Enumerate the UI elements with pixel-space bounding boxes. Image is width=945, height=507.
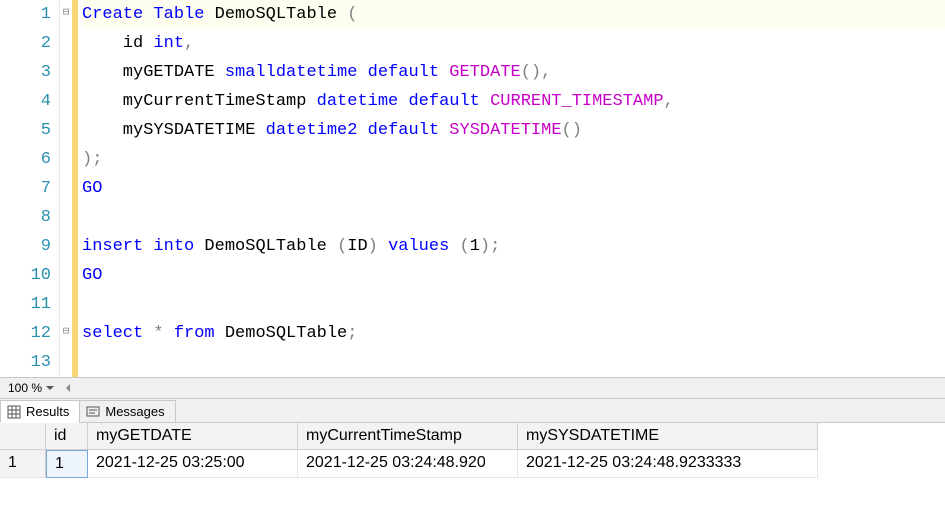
zoom-value: 100 %	[8, 381, 42, 395]
fold-bar: ⊟ ⊟	[60, 0, 72, 377]
column-header[interactable]: myGETDATE	[88, 423, 298, 450]
results-pane: id myGETDATE myCurrentTimeStamp mySYSDAT…	[0, 423, 945, 507]
line-number: 6	[0, 145, 51, 174]
column-header[interactable]: id	[46, 423, 88, 450]
code-line[interactable]	[82, 290, 945, 319]
code-line[interactable]: GO	[82, 261, 945, 290]
tab-messages[interactable]: Messages	[79, 400, 175, 423]
line-number: 11	[0, 290, 51, 319]
code-line[interactable]: select * from DemoSQLTable;	[82, 319, 945, 348]
grid-corner	[0, 423, 46, 450]
line-number: 12	[0, 319, 51, 348]
grid-icon	[7, 405, 21, 419]
line-number: 5	[0, 116, 51, 145]
chevron-down-icon	[46, 386, 54, 390]
line-number: 10	[0, 261, 51, 290]
tab-messages-label: Messages	[105, 404, 164, 419]
code-line[interactable]: mySYSDATETIME datetime2 default SYSDATET…	[82, 116, 945, 145]
line-number: 1	[0, 0, 51, 29]
zoom-combobox[interactable]: 100 %	[2, 381, 60, 395]
grid-cell[interactable]: 1	[46, 450, 88, 478]
fold-toggle-icon[interactable]: ⊟	[61, 8, 71, 18]
results-tabstrip: Results Messages	[0, 399, 945, 423]
row-header[interactable]: 1	[0, 450, 46, 478]
code-line[interactable]: myCurrentTimeStamp datetime default CURR…	[82, 87, 945, 116]
column-header[interactable]: mySYSDATETIME	[518, 423, 818, 450]
code-line[interactable]: );	[82, 145, 945, 174]
scroll-left-icon[interactable]	[60, 384, 76, 392]
line-number-gutter: 12345678910111213	[0, 0, 60, 377]
grid-cell[interactable]: 2021-12-25 03:24:48.920	[298, 450, 518, 478]
code-line[interactable]	[82, 203, 945, 232]
code-line[interactable]: GO	[82, 174, 945, 203]
results-grid[interactable]: id myGETDATE myCurrentTimeStamp mySYSDAT…	[0, 423, 945, 478]
line-number: 13	[0, 348, 51, 377]
fold-toggle-icon[interactable]: ⊟	[61, 327, 71, 337]
sql-editor[interactable]: 12345678910111213 ⊟ ⊟ Create Table DemoS…	[0, 0, 945, 377]
column-header[interactable]: myCurrentTimeStamp	[298, 423, 518, 450]
grid-cell[interactable]: 2021-12-25 03:24:48.9233333	[518, 450, 818, 478]
code-area[interactable]: Create Table DemoSQLTable ( id int, myGE…	[78, 0, 945, 377]
line-number: 9	[0, 232, 51, 261]
code-line[interactable]: id int,	[82, 29, 945, 58]
code-line[interactable]: insert into DemoSQLTable (ID) values (1)…	[82, 232, 945, 261]
code-line[interactable]: Create Table DemoSQLTable (	[82, 0, 945, 29]
line-number: 3	[0, 58, 51, 87]
line-number: 8	[0, 203, 51, 232]
tab-results[interactable]: Results	[0, 400, 80, 423]
line-number: 7	[0, 174, 51, 203]
code-line[interactable]: myGETDATE smalldatetime default GETDATE(…	[82, 58, 945, 87]
tab-results-label: Results	[26, 404, 69, 419]
line-number: 4	[0, 87, 51, 116]
code-line[interactable]	[82, 348, 945, 377]
line-number: 2	[0, 29, 51, 58]
grid-cell[interactable]: 2021-12-25 03:25:00	[88, 450, 298, 478]
status-splitter: 100 %	[0, 377, 945, 399]
messages-icon	[86, 405, 100, 419]
